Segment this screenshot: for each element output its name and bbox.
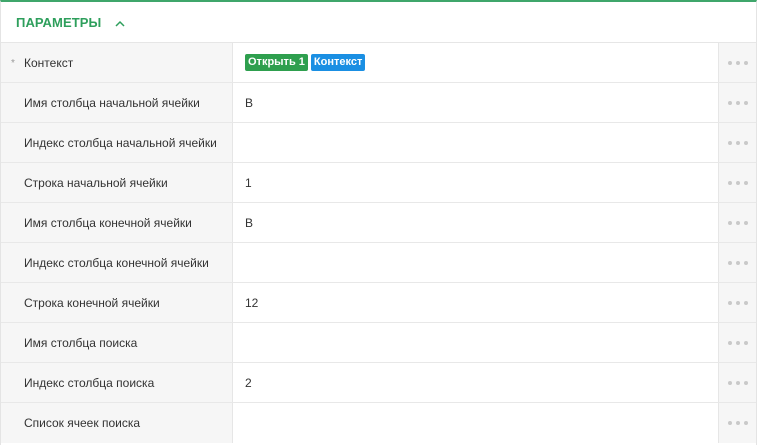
more-button[interactable] <box>718 243 756 282</box>
more-dots-icon <box>727 260 748 265</box>
param-label: Строка начальной ячейки <box>24 175 168 190</box>
param-label: Контекст <box>24 55 74 70</box>
param-row-end-row: Строка конечной ячейки 12 <box>1 283 756 323</box>
param-label-cell: Имя столбца начальной ячейки <box>1 83 233 122</box>
param-value-end-col-index[interactable] <box>233 243 718 282</box>
more-button[interactable] <box>718 43 756 82</box>
more-dots-icon <box>727 180 748 185</box>
param-label: Индекс столбца поиска <box>24 375 155 390</box>
param-label-cell: Имя столбца поиска <box>1 323 233 362</box>
more-dots-icon <box>727 380 748 385</box>
param-label-cell: Индекс столбца начальной ячейки <box>1 123 233 162</box>
more-button[interactable] <box>718 403 756 443</box>
more-dots-icon <box>727 220 748 225</box>
param-label-cell: Строка начальной ячейки <box>1 163 233 202</box>
param-row-context: * Контекст Открыть 1 Контекст <box>1 43 756 83</box>
param-row-search-col-name: Имя столбца поиска <box>1 323 756 363</box>
param-value-end-row[interactable]: 12 <box>233 283 718 322</box>
more-dots-icon <box>727 421 748 425</box>
required-marker: * <box>11 58 15 69</box>
param-value-search-cells-list[interactable] <box>233 403 718 443</box>
parameters-header[interactable]: ПАРАМЕТРЫ <box>1 2 756 43</box>
more-button[interactable] <box>718 123 756 162</box>
param-value-start-col-name[interactable]: B <box>233 83 718 122</box>
parameters-panel: ПАРАМЕТРЫ * Контекст Открыть 1 Контекст … <box>0 0 757 445</box>
param-value-start-col-index[interactable] <box>233 123 718 162</box>
param-label-cell: * Контекст <box>1 43 233 82</box>
more-button[interactable] <box>718 363 756 402</box>
param-value-end-col-name[interactable]: B <box>233 203 718 242</box>
param-row-start-col-index: Индекс столбца начальной ячейки <box>1 123 756 163</box>
param-label: Имя столбца конечной ячейки <box>24 215 192 230</box>
param-label: Индекс столбца начальной ячейки <box>24 135 217 150</box>
chip-open-1[interactable]: Открыть 1 <box>245 54 308 71</box>
chip-context[interactable]: Контекст <box>310 54 366 71</box>
param-label: Индекс столбца конечной ячейки <box>24 255 209 270</box>
parameters-title: ПАРАМЕТРЫ <box>16 14 102 30</box>
more-button[interactable] <box>718 163 756 202</box>
more-dots-icon <box>727 100 748 105</box>
param-label: Список ячеек поиска <box>24 416 141 430</box>
param-value-search-col-index[interactable]: 2 <box>233 363 718 402</box>
param-label: Имя столбца начальной ячейки <box>24 95 200 110</box>
param-label-cell: Индекс столбца конечной ячейки <box>1 243 233 282</box>
param-label: Имя столбца поиска <box>24 335 138 350</box>
param-value-search-col-name[interactable] <box>233 323 718 362</box>
more-dots-icon <box>727 340 748 345</box>
param-value-start-row[interactable]: 1 <box>233 163 718 202</box>
param-row-end-col-name: Имя столбца конечной ячейки B <box>1 203 756 243</box>
param-value-context[interactable]: Открыть 1 Контекст <box>233 43 718 82</box>
param-row-search-cells-list: Список ячеек поиска <box>1 403 756 443</box>
param-row-start-row: Строка начальной ячейки 1 <box>1 163 756 203</box>
param-row-start-col-name: Имя столбца начальной ячейки B <box>1 83 756 123</box>
parameters-list: * Контекст Открыть 1 Контекст Имя столбц… <box>1 43 756 443</box>
param-label: Строка конечной ячейки <box>24 295 160 310</box>
more-button[interactable] <box>718 203 756 242</box>
more-button[interactable] <box>718 83 756 122</box>
param-label-cell: Имя столбца конечной ячейки <box>1 203 233 242</box>
more-dots-icon <box>727 140 748 145</box>
more-dots-icon <box>727 60 748 65</box>
more-button[interactable] <box>718 323 756 362</box>
more-button[interactable] <box>718 283 756 322</box>
param-label-cell: Индекс столбца поиска <box>1 363 233 402</box>
param-label-cell: Список ячеек поиска <box>1 403 233 443</box>
param-row-search-col-index: Индекс столбца поиска 2 <box>1 363 756 403</box>
chevron-up-icon[interactable] <box>114 18 126 30</box>
more-dots-icon <box>727 300 748 305</box>
param-label-cell: Строка конечной ячейки <box>1 283 233 322</box>
param-row-end-col-index: Индекс столбца конечной ячейки <box>1 243 756 283</box>
